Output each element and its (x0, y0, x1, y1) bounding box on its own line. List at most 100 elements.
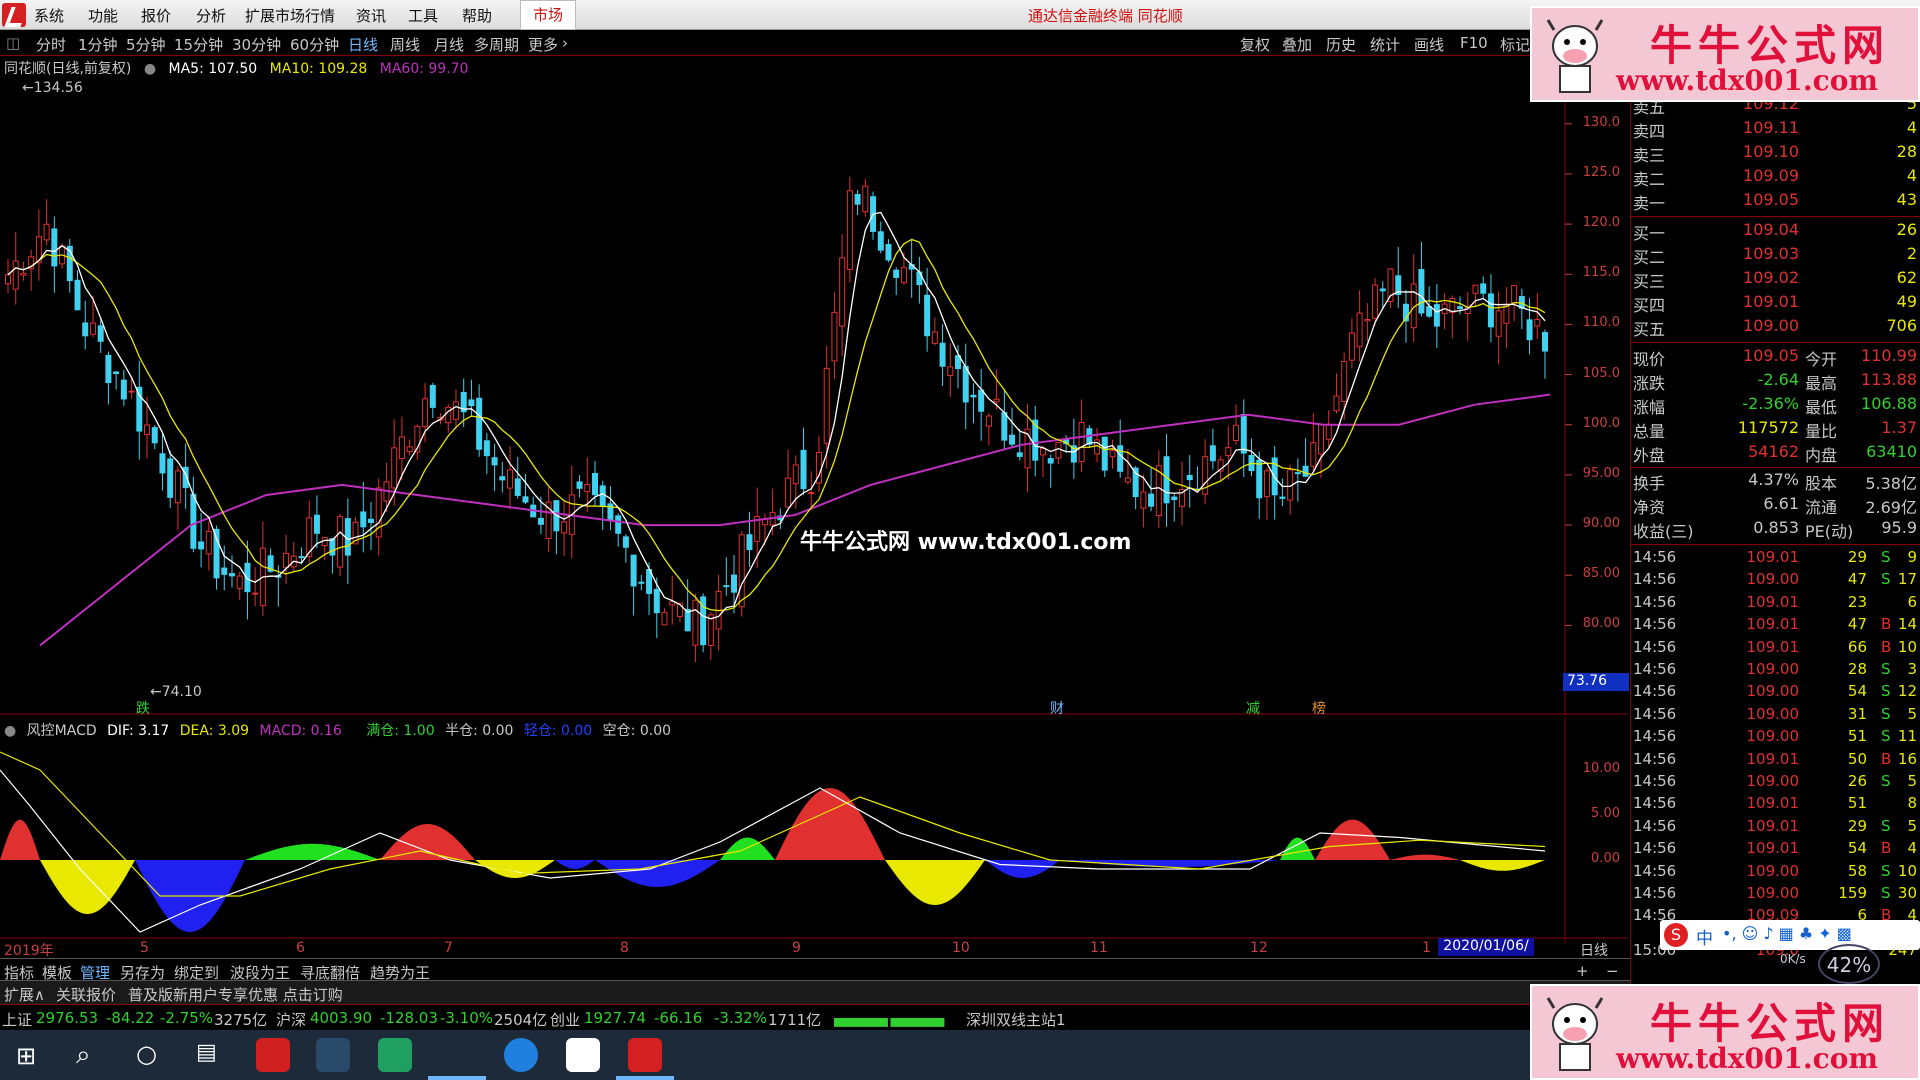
candle-body (985, 415, 992, 427)
app-title: 通达信金融终端 同花顺 (1028, 7, 1183, 25)
server-name[interactable]: 深圳双线主站1 (966, 1009, 1066, 1030)
y-tick-label: 90.00 (1582, 516, 1620, 532)
tick-time: 14:56 (1633, 592, 1677, 611)
ask-label: 卖三 (1633, 146, 1666, 165)
panel-toggle-icon[interactable]: ◫ (6, 34, 20, 52)
tick-price: 109.01 (1746, 816, 1800, 835)
candle-body (120, 379, 127, 400)
ime-tools-icon[interactable]: •, ☺ ♪ ▦ ♣ ✦ ▩ (1722, 924, 1852, 943)
event-marker-list[interactable]: 榜 (1312, 698, 1326, 718)
tick-row: 14:56 109.01 23 6 (1631, 593, 1920, 615)
tick-row: 14:56 109.01 29 S 5 (1631, 817, 1920, 839)
btn-adjust[interactable]: 复权 (1240, 34, 1270, 55)
candle-body (1163, 456, 1170, 504)
menu-help[interactable]: 帮助 (462, 5, 492, 26)
event-marker-fall[interactable]: 跌 (136, 698, 150, 718)
tick-row: 14:56 109.00 54 S 12 (1631, 682, 1920, 704)
macd-chart[interactable] (0, 718, 1628, 942)
ime-chinese-mode[interactable]: 中 (1696, 924, 1713, 949)
market-breadth-icon: ▄▄▄▄▄ ▄▄▄▄▄ (834, 1009, 944, 1027)
pinwheel-app-icon[interactable] (316, 1038, 350, 1072)
stat-label: 涨幅 (1633, 398, 1666, 417)
menu-analysis[interactable]: 分析 (196, 5, 226, 26)
menu-news[interactable]: 资讯 (356, 5, 386, 26)
macd-histogram-band (475, 860, 555, 878)
ime-toolbar[interactable]: S 中 •, ☺ ♪ ▦ ♣ ✦ ▩ (1660, 920, 1920, 950)
performance-widget[interactable]: 42% (1818, 944, 1880, 984)
menu-function[interactable]: 功能 (88, 5, 118, 26)
period-1min[interactable]: 1分钟 (78, 34, 118, 55)
tick-count: 10 (1897, 637, 1917, 656)
macd-histogram-band (595, 860, 720, 887)
event-marker-reduce[interactable]: 减 (1246, 698, 1260, 718)
candle-body (1016, 452, 1023, 457)
menu-tools[interactable]: 工具 (408, 5, 438, 26)
tick-count: 12 (1897, 682, 1917, 701)
zoom-in-icon[interactable]: + (1576, 962, 1589, 980)
tdx-app-icon[interactable] (628, 1038, 662, 1072)
browser-icon[interactable] (504, 1038, 538, 1072)
cortana-icon[interactable]: ○ (136, 1040, 157, 1068)
candle-body (1233, 424, 1240, 442)
zoom-out-icon[interactable]: − (1606, 962, 1619, 980)
candle-body (406, 446, 413, 453)
candle-body (1047, 458, 1054, 464)
btn-f10[interactable]: F10 (1460, 34, 1488, 52)
tick-price: 109.01 (1746, 839, 1800, 858)
sogou-s-icon[interactable]: S (1664, 923, 1688, 947)
event-marker-finance[interactable]: 财 (1050, 698, 1064, 718)
task-view-icon[interactable]: ▤ (196, 1040, 217, 1065)
btn-stats[interactable]: 统计 (1370, 34, 1400, 55)
baidu-netdisk-icon[interactable] (566, 1038, 600, 1072)
menu-ext-market[interactable]: 扩展市场行情 (245, 5, 335, 26)
sh-index-name[interactable]: 上证 (2, 1009, 32, 1030)
period-indicator: 日线 (1580, 943, 1608, 959)
hs-index-name[interactable]: 沪深 (276, 1009, 306, 1030)
period-multi[interactable]: 多周期 (474, 34, 519, 55)
related-quotes-tab[interactable]: 关联报价 (56, 984, 116, 1005)
period-intraday[interactable]: 分时 (36, 34, 66, 55)
btn-mark[interactable]: 标记 (1500, 34, 1530, 55)
period-15min[interactable]: 15分钟 (174, 34, 223, 55)
tick-time: 14:56 (1633, 794, 1677, 813)
period-5min[interactable]: 5分钟 (126, 34, 166, 55)
period-60min[interactable]: 60分钟 (290, 34, 339, 55)
cy-index-name[interactable]: 创业 (550, 1009, 580, 1030)
tick-side: B (1881, 615, 1892, 634)
candle-body (391, 447, 398, 489)
indicator-circle-icon[interactable]: ● (4, 723, 16, 739)
period-weekly[interactable]: 周线 (390, 34, 420, 55)
settings-circle-icon[interactable]: ● (144, 61, 156, 77)
search-icon[interactable]: ⌕ (76, 1040, 91, 1071)
menu-quote[interactable]: 报价 (141, 5, 171, 26)
candlestick-chart[interactable] (0, 56, 1628, 716)
tick-volume: 58 (1847, 861, 1867, 880)
ask-row: 卖四 109.11 4 (1631, 118, 1920, 142)
period-more[interactable]: 更多 (528, 34, 558, 55)
menu-system[interactable]: 系统 (34, 5, 64, 26)
windows-start-icon[interactable]: ⊞ (16, 1042, 36, 1070)
btn-overlay[interactable]: 叠加 (1282, 34, 1312, 55)
netease-music-icon[interactable] (256, 1038, 290, 1072)
tick-volume: 66 (1847, 637, 1867, 656)
candle-body (900, 267, 907, 284)
more-chevron-icon[interactable]: › (562, 34, 568, 52)
market-tab[interactable]: 市场 (520, 0, 576, 30)
btn-draw[interactable]: 画线 (1414, 34, 1444, 55)
period-daily[interactable]: 日线 (348, 34, 378, 55)
stat-label-2: 流通 (1805, 498, 1838, 517)
stat-value-2: 95.9 (1881, 518, 1917, 537)
video-player-icon[interactable] (378, 1038, 412, 1072)
period-monthly[interactable]: 月线 (434, 34, 464, 55)
ext-toggle[interactable]: 扩展∧ (4, 984, 45, 1005)
candle-body (1186, 475, 1193, 481)
macd-header: ● 风控MACD DIF: 3.17 DEA: 3.09 MACD: 0.16 … (4, 720, 677, 740)
btn-history[interactable]: 历史 (1326, 34, 1356, 55)
bid-label: 买四 (1633, 296, 1666, 315)
promo-link[interactable]: 普及版新用户专享优惠 点击订购 (128, 984, 343, 1005)
candle-body (1325, 423, 1332, 440)
candle-body (738, 534, 745, 608)
period-30min[interactable]: 30分钟 (232, 34, 281, 55)
tick-side: S (1881, 861, 1891, 880)
stat-value: 109.05 (1743, 346, 1799, 365)
